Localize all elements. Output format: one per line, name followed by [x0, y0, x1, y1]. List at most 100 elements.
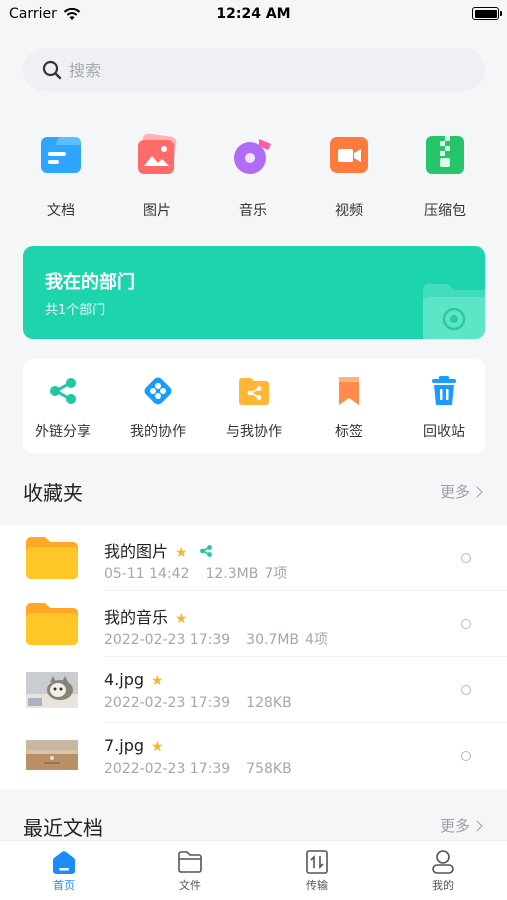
category-label: 压缩包	[424, 203, 466, 219]
action-label: 我的协作	[130, 424, 186, 440]
select-radio[interactable]	[461, 751, 471, 761]
tab-label: 传输	[306, 879, 328, 892]
list-item[interactable]: 我的图片 ★ 05-11 14:42 12.3MB 7项	[0, 525, 507, 591]
action-shared-with-me[interactable]: 与我协作	[209, 375, 299, 441]
item-name-row: 我的图片 ★	[104, 538, 213, 562]
select-radio[interactable]	[461, 685, 471, 695]
category-label: 图片	[143, 203, 171, 219]
transfer-icon	[304, 849, 330, 875]
music-icon	[231, 133, 275, 177]
department-folder-icon	[421, 283, 485, 339]
archive-icon	[423, 133, 467, 177]
item-meta: 05-11 14:42 12.3MB 7项	[104, 563, 303, 583]
category-documents[interactable]: 文档	[21, 133, 101, 220]
item-name: 我的音乐	[104, 608, 169, 627]
item-name: 7.jpg	[104, 736, 145, 755]
document-icon	[39, 133, 83, 177]
home-icon	[51, 849, 77, 875]
more-label: 更多	[439, 483, 470, 501]
category-video[interactable]: 视频	[309, 133, 389, 220]
item-name: 我的图片	[104, 542, 169, 561]
department-subtitle: 共1个部门	[45, 303, 106, 318]
more-label: 更多	[439, 817, 470, 835]
chevron-right-icon	[471, 486, 483, 498]
image-thumbnail-cat	[26, 672, 78, 712]
item-date: 2022-02-23 17:39	[104, 761, 231, 777]
tab-transfer[interactable]: 传输	[277, 849, 357, 893]
recent-more-link[interactable]: 更多	[439, 815, 483, 836]
item-size: 30.7MB	[246, 632, 300, 648]
action-label: 与我协作	[226, 424, 282, 440]
item-size: 12.3MB	[205, 566, 259, 582]
category-music[interactable]: 音乐	[213, 133, 293, 220]
item-name-row: 我的音乐 ★	[104, 604, 188, 628]
action-label: 外链分享	[35, 424, 91, 440]
item-name: 4.jpg	[104, 670, 145, 689]
star-icon: ★	[175, 545, 188, 561]
item-date: 2022-02-23 17:39	[104, 632, 231, 648]
department-title: 我在的部门	[45, 272, 135, 293]
trash-icon	[428, 375, 460, 407]
chevron-right-icon	[471, 820, 483, 832]
search-bar[interactable]	[23, 48, 485, 91]
item-name-row: 4.jpg ★	[104, 670, 164, 689]
category-label: 视频	[335, 203, 363, 219]
select-radio[interactable]	[461, 619, 471, 629]
category-archive[interactable]: 压缩包	[405, 133, 485, 220]
tab-files[interactable]: 文件	[150, 849, 230, 893]
tab-bar: 首页 文件 传输 我的	[0, 840, 507, 900]
action-label: 标签	[335, 424, 363, 440]
quick-actions-panel: 外链分享 我的协作 与我协作 标签 回收站	[23, 359, 485, 453]
share-link-icon	[47, 375, 79, 407]
category-label: 文档	[47, 203, 75, 219]
action-recycle-bin[interactable]: 回收站	[399, 375, 489, 441]
item-count: 7项	[264, 566, 288, 582]
folder-icon	[26, 603, 78, 649]
star-icon: ★	[175, 611, 188, 627]
shared-folder-icon	[238, 375, 270, 407]
folder-icon	[177, 849, 203, 875]
item-meta: 2022-02-23 17:39 758KB	[104, 761, 308, 777]
search-icon	[42, 60, 62, 84]
item-count: 4项	[305, 632, 328, 648]
collaboration-icon	[142, 375, 174, 407]
folder-icon	[26, 537, 78, 583]
action-label: 回收站	[423, 424, 465, 440]
video-icon	[327, 133, 371, 177]
favorites-more-link[interactable]: 更多	[439, 481, 483, 502]
action-share-link[interactable]: 外链分享	[18, 375, 108, 441]
favorites-title: 收藏夹	[23, 481, 83, 505]
tab-label: 首页	[53, 879, 75, 892]
item-date: 2022-02-23 17:39	[104, 695, 231, 711]
bookmark-icon	[333, 375, 365, 407]
item-meta: 2022-02-23 17:39 30.7MB 4项	[104, 629, 344, 649]
select-radio[interactable]	[461, 553, 471, 563]
department-card[interactable]: 我在的部门 共1个部门	[23, 246, 485, 339]
profile-icon	[430, 849, 456, 875]
action-my-collaboration[interactable]: 我的协作	[113, 375, 203, 441]
search-input[interactable]	[69, 58, 449, 82]
item-size: 128KB	[246, 695, 292, 711]
tab-label: 我的	[432, 879, 454, 892]
star-icon: ★	[151, 739, 164, 755]
list-item[interactable]: 7.jpg ★ 2022-02-23 17:39 758KB	[0, 723, 507, 789]
shared-icon	[199, 543, 213, 562]
recent-title: 最近文档	[23, 816, 103, 840]
list-item[interactable]: 我的音乐 ★ 2022-02-23 17:39 30.7MB 4项	[0, 591, 507, 657]
category-images[interactable]: 图片	[117, 133, 197, 220]
item-size: 758KB	[246, 761, 292, 777]
image-icon	[135, 133, 179, 177]
list-item[interactable]: 4.jpg ★ 2022-02-23 17:39 128KB	[0, 657, 507, 723]
battery-icon	[472, 7, 502, 20]
star-icon: ★	[151, 673, 164, 689]
item-date: 05-11 14:42	[104, 566, 190, 582]
tab-profile[interactable]: 我的	[403, 849, 483, 893]
favorites-list: 我的图片 ★ 05-11 14:42 12.3MB 7项 我的音乐 ★ 2022-02-…	[0, 525, 507, 789]
tab-home[interactable]: 首页	[24, 849, 104, 893]
tab-label: 文件	[179, 879, 201, 892]
status-bar: Carrier 12:24 AM	[0, 0, 507, 30]
item-name-row: 7.jpg ★	[104, 736, 164, 755]
category-label: 音乐	[239, 203, 267, 219]
image-thumbnail-beach	[26, 740, 78, 774]
action-tags[interactable]: 标签	[304, 375, 394, 441]
